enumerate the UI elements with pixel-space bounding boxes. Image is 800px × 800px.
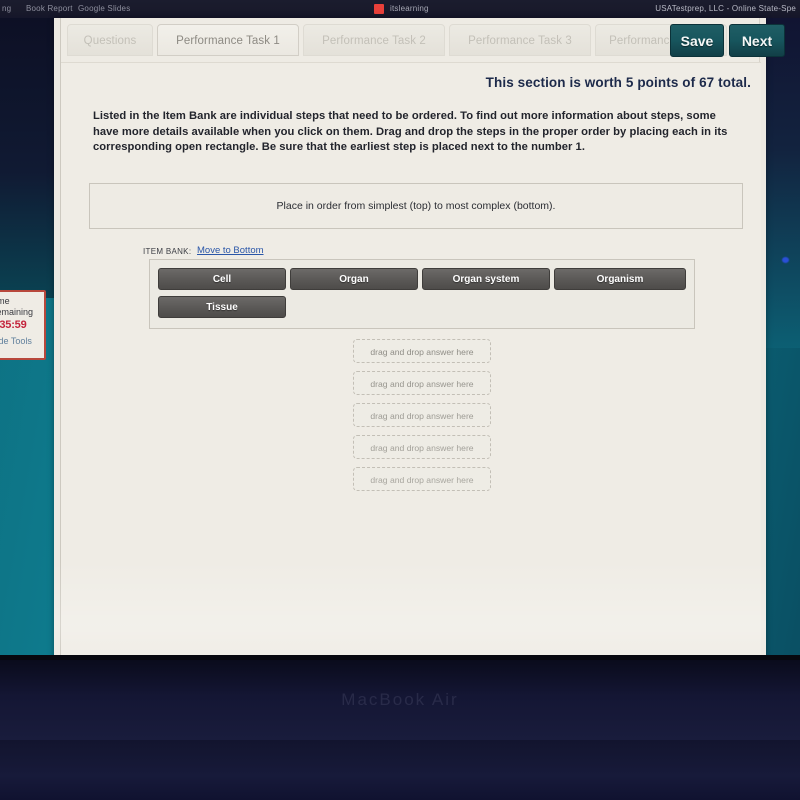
device-brand-label: MacBook Air [341, 690, 459, 709]
desktop-speck [782, 257, 789, 263]
browser-tab-itslearning[interactable]: itslearning [390, 4, 429, 13]
browser-tab-book-report[interactable]: Book Report [26, 4, 73, 13]
instructions-text: Listed in the Item Bank are individual s… [93, 110, 728, 153]
section-points-label: This section is worth 5 points of 67 tot… [485, 75, 751, 90]
item-chip-tissue[interactable]: Tissue [158, 296, 286, 318]
laptop-base [0, 740, 800, 800]
tab-performance-task-3[interactable]: Performance Task 3 [449, 24, 591, 56]
item-chip-organ[interactable]: Organ [290, 268, 418, 290]
browser-tab-bar: ng Book Report Google Slides itslearning… [0, 0, 800, 18]
next-button[interactable]: Next [729, 24, 785, 57]
itslearning-favicon-icon [374, 4, 384, 14]
hide-tools-link[interactable]: Hide Tools [0, 336, 32, 346]
content-area: This section is worth 5 points of 67 tot… [61, 62, 761, 662]
tab-questions[interactable]: Questions [67, 24, 153, 56]
drop-zone-4[interactable]: drag and drop answer here [353, 435, 491, 459]
tab-performance-task-1[interactable]: Performance Task 1 [157, 24, 299, 56]
drop-zone-5[interactable]: drag and drop answer here [353, 467, 491, 491]
app-tab-strip: Questions Performance Task 1 Performance… [61, 20, 785, 60]
desktop-background-left-shadow [0, 18, 56, 298]
tab-performance-task-2[interactable]: Performance Task 2 [303, 24, 445, 56]
drop-zone-2[interactable]: drag and drop answer here [353, 371, 491, 395]
web-page: Questions Performance Task 1 Performance… [54, 18, 785, 663]
prompt-text: Place in order from simplest (top) to mo… [276, 200, 556, 212]
browser-tab-usatestprep[interactable]: USATestprep, LLC - Online State-Spe [655, 4, 796, 13]
item-chip-organ-system[interactable]: Organ system [422, 268, 550, 290]
save-button[interactable]: Save [670, 24, 724, 57]
time-remaining-label: Time Remaining [0, 296, 34, 317]
item-bank-label: ITEM BANK: [143, 247, 192, 256]
laptop-photo: ng Book Report Google Slides itslearning… [0, 0, 800, 800]
drop-zone-1[interactable]: drag and drop answer here [353, 339, 491, 363]
time-remaining-value: 0:35:59 [0, 319, 27, 331]
page-inner: Questions Performance Task 1 Performance… [60, 18, 785, 663]
item-chip-organism[interactable]: Organism [554, 268, 686, 290]
prompt-box: Place in order from simplest (top) to mo… [89, 183, 743, 229]
item-bank-panel: Cell Organ Organ system Organism Tissue [149, 259, 695, 329]
time-remaining-panel: Time Remaining 0:35:59 Hide Tools [0, 290, 46, 360]
drop-zone-3[interactable]: drag and drop answer here [353, 403, 491, 427]
move-to-bottom-link[interactable]: Move to Bottom [197, 245, 264, 256]
browser-tab-truncated-left[interactable]: ng [2, 4, 11, 13]
browser-tab-google-slides[interactable]: Google Slides [78, 4, 130, 13]
drop-zone-list: drag and drop answer here drag and drop … [353, 339, 493, 499]
item-chip-cell[interactable]: Cell [158, 268, 286, 290]
